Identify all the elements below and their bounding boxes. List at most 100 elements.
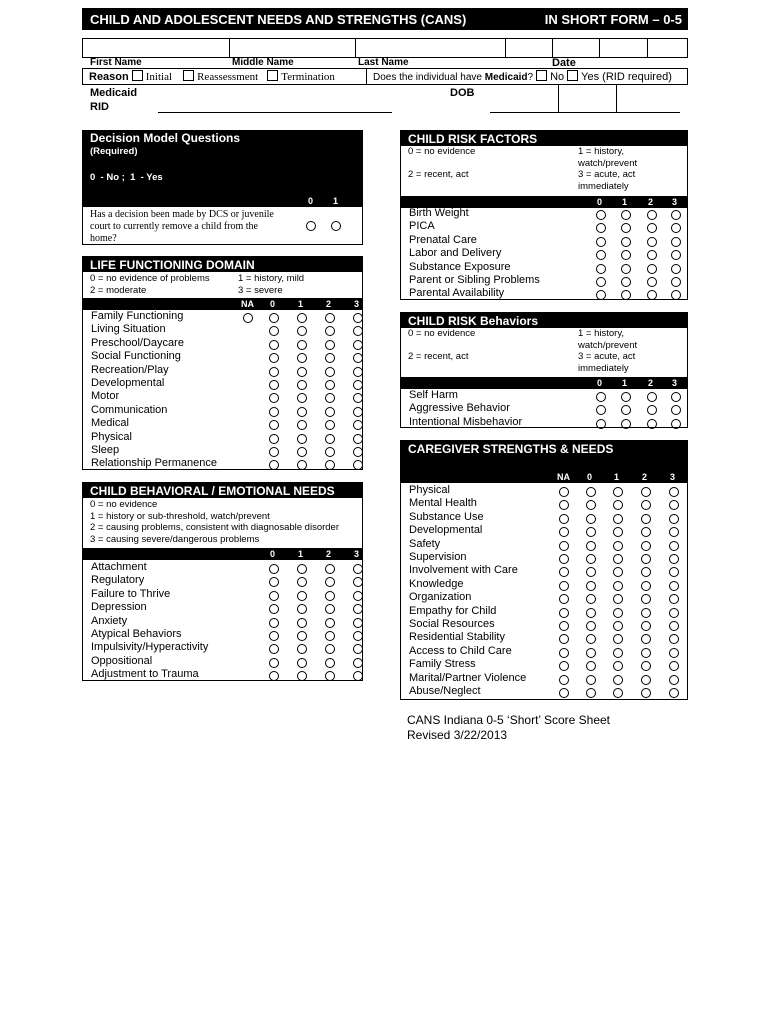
- life-radio-3[interactable]: [353, 460, 363, 471]
- risk-factors-radio-0[interactable]: [596, 250, 606, 261]
- behavioral-radio-1[interactable]: [297, 657, 307, 668]
- medicaid-yes-checkbox[interactable]: [567, 70, 579, 81]
- caregiver-radio-0[interactable]: [586, 527, 596, 538]
- decision-radio-1[interactable]: [331, 221, 341, 231]
- caregiver-radio-0[interactable]: [586, 661, 596, 672]
- behavioral-radio-3[interactable]: [353, 617, 363, 628]
- caregiver-radio-na[interactable]: [559, 500, 569, 511]
- risk-factors-radio-1[interactable]: [621, 290, 631, 301]
- behavioral-radio-1[interactable]: [297, 644, 307, 655]
- risk-factors-radio-0[interactable]: [596, 290, 606, 301]
- medicaid-rid-field[interactable]: [158, 112, 392, 113]
- life-radio-3[interactable]: [353, 366, 363, 377]
- reassessment-checkbox[interactable]: [183, 70, 195, 81]
- behavioral-radio-2[interactable]: [325, 564, 335, 574]
- risk-factors-radio-2[interactable]: [647, 236, 657, 247]
- caregiver-radio-na[interactable]: [559, 554, 569, 564]
- caregiver-radio-1[interactable]: [613, 607, 623, 618]
- risk-factors-radio-2[interactable]: [647, 250, 657, 261]
- caregiver-radio-na[interactable]: [559, 688, 569, 698]
- behavioral-radio-0[interactable]: [269, 657, 279, 668]
- life-radio-3[interactable]: [353, 339, 363, 350]
- risk-factors-radio-1[interactable]: [621, 277, 631, 287]
- caregiver-radio-0[interactable]: [586, 513, 596, 524]
- caregiver-radio-0[interactable]: [586, 500, 596, 511]
- life-radio-1[interactable]: [297, 313, 307, 323]
- caregiver-radio-1[interactable]: [613, 554, 623, 564]
- caregiver-radio-1[interactable]: [613, 647, 623, 658]
- behavioral-radio-2[interactable]: [325, 604, 335, 615]
- decision-radio-0[interactable]: [306, 221, 316, 231]
- termination-checkbox[interactable]: [267, 70, 279, 81]
- date-year-field[interactable]: [599, 39, 648, 57]
- caregiver-radio-0[interactable]: [586, 554, 596, 564]
- caregiver-radio-3[interactable]: [669, 661, 679, 672]
- caregiver-radio-3[interactable]: [669, 500, 679, 511]
- caregiver-radio-2[interactable]: [641, 594, 651, 605]
- behavioral-radio-2[interactable]: [325, 631, 335, 641]
- caregiver-radio-3[interactable]: [669, 567, 679, 578]
- caregiver-radio-2[interactable]: [641, 500, 651, 511]
- risk-factors-radio-3[interactable]: [671, 263, 681, 274]
- risk-factors-radio-1[interactable]: [621, 250, 631, 261]
- life-radio-2[interactable]: [325, 447, 335, 457]
- caregiver-radio-3[interactable]: [669, 487, 679, 497]
- caregiver-radio-2[interactable]: [641, 513, 651, 524]
- life-radio-2[interactable]: [325, 406, 335, 417]
- caregiver-radio-3[interactable]: [669, 580, 679, 591]
- caregiver-radio-0[interactable]: [586, 688, 596, 698]
- caregiver-radio-na[interactable]: [559, 527, 569, 538]
- caregiver-radio-1[interactable]: [613, 500, 623, 511]
- caregiver-radio-na[interactable]: [559, 634, 569, 645]
- behavioral-radio-0[interactable]: [269, 644, 279, 655]
- caregiver-radio-na[interactable]: [559, 621, 569, 631]
- middle-name-field[interactable]: [229, 39, 356, 57]
- behavioral-radio-2[interactable]: [325, 644, 335, 655]
- risk-behaviors-radio-3[interactable]: [671, 418, 681, 429]
- life-radio-3[interactable]: [353, 326, 363, 337]
- life-radio-0[interactable]: [269, 313, 279, 323]
- life-radio-0[interactable]: [269, 353, 279, 364]
- caregiver-radio-na[interactable]: [559, 580, 569, 591]
- risk-factors-radio-0[interactable]: [596, 263, 606, 274]
- caregiver-radio-3[interactable]: [669, 594, 679, 605]
- caregiver-radio-0[interactable]: [586, 634, 596, 645]
- medicaid-no-checkbox[interactable]: [536, 70, 548, 81]
- caregiver-radio-3[interactable]: [669, 554, 679, 564]
- risk-factors-radio-3[interactable]: [671, 210, 681, 220]
- life-radio-1[interactable]: [297, 460, 307, 471]
- caregiver-radio-0[interactable]: [586, 607, 596, 618]
- behavioral-radio-2[interactable]: [325, 657, 335, 668]
- life-radio-2[interactable]: [325, 353, 335, 364]
- life-radio-1[interactable]: [297, 380, 307, 390]
- risk-factors-radio-1[interactable]: [621, 263, 631, 274]
- life-radio-2[interactable]: [325, 420, 335, 431]
- caregiver-radio-0[interactable]: [586, 567, 596, 578]
- caregiver-radio-2[interactable]: [641, 647, 651, 658]
- behavioral-radio-1[interactable]: [297, 671, 307, 682]
- caregiver-radio-0[interactable]: [586, 487, 596, 497]
- risk-factors-radio-3[interactable]: [671, 277, 681, 287]
- caregiver-radio-0[interactable]: [586, 594, 596, 605]
- behavioral-radio-0[interactable]: [269, 590, 279, 601]
- life-radio-1[interactable]: [297, 433, 307, 444]
- caregiver-radio-1[interactable]: [613, 567, 623, 578]
- life-radio-2[interactable]: [325, 393, 335, 404]
- life-radio-0[interactable]: [269, 460, 279, 471]
- behavioral-radio-0[interactable]: [269, 617, 279, 628]
- caregiver-radio-1[interactable]: [613, 580, 623, 591]
- caregiver-radio-0[interactable]: [586, 647, 596, 658]
- life-radio-2[interactable]: [325, 313, 335, 323]
- behavioral-radio-2[interactable]: [325, 577, 335, 588]
- behavioral-radio-3[interactable]: [353, 631, 363, 641]
- life-radio-1[interactable]: [297, 366, 307, 377]
- life-radio-3[interactable]: [353, 433, 363, 444]
- life-radio-2[interactable]: [325, 366, 335, 377]
- risk-behaviors-radio-0[interactable]: [596, 392, 606, 402]
- risk-factors-radio-3[interactable]: [671, 250, 681, 261]
- life-radio-0[interactable]: [269, 339, 279, 350]
- behavioral-radio-3[interactable]: [353, 671, 363, 682]
- behavioral-radio-3[interactable]: [353, 657, 363, 668]
- behavioral-radio-0[interactable]: [269, 631, 279, 641]
- risk-behaviors-radio-0[interactable]: [596, 418, 606, 429]
